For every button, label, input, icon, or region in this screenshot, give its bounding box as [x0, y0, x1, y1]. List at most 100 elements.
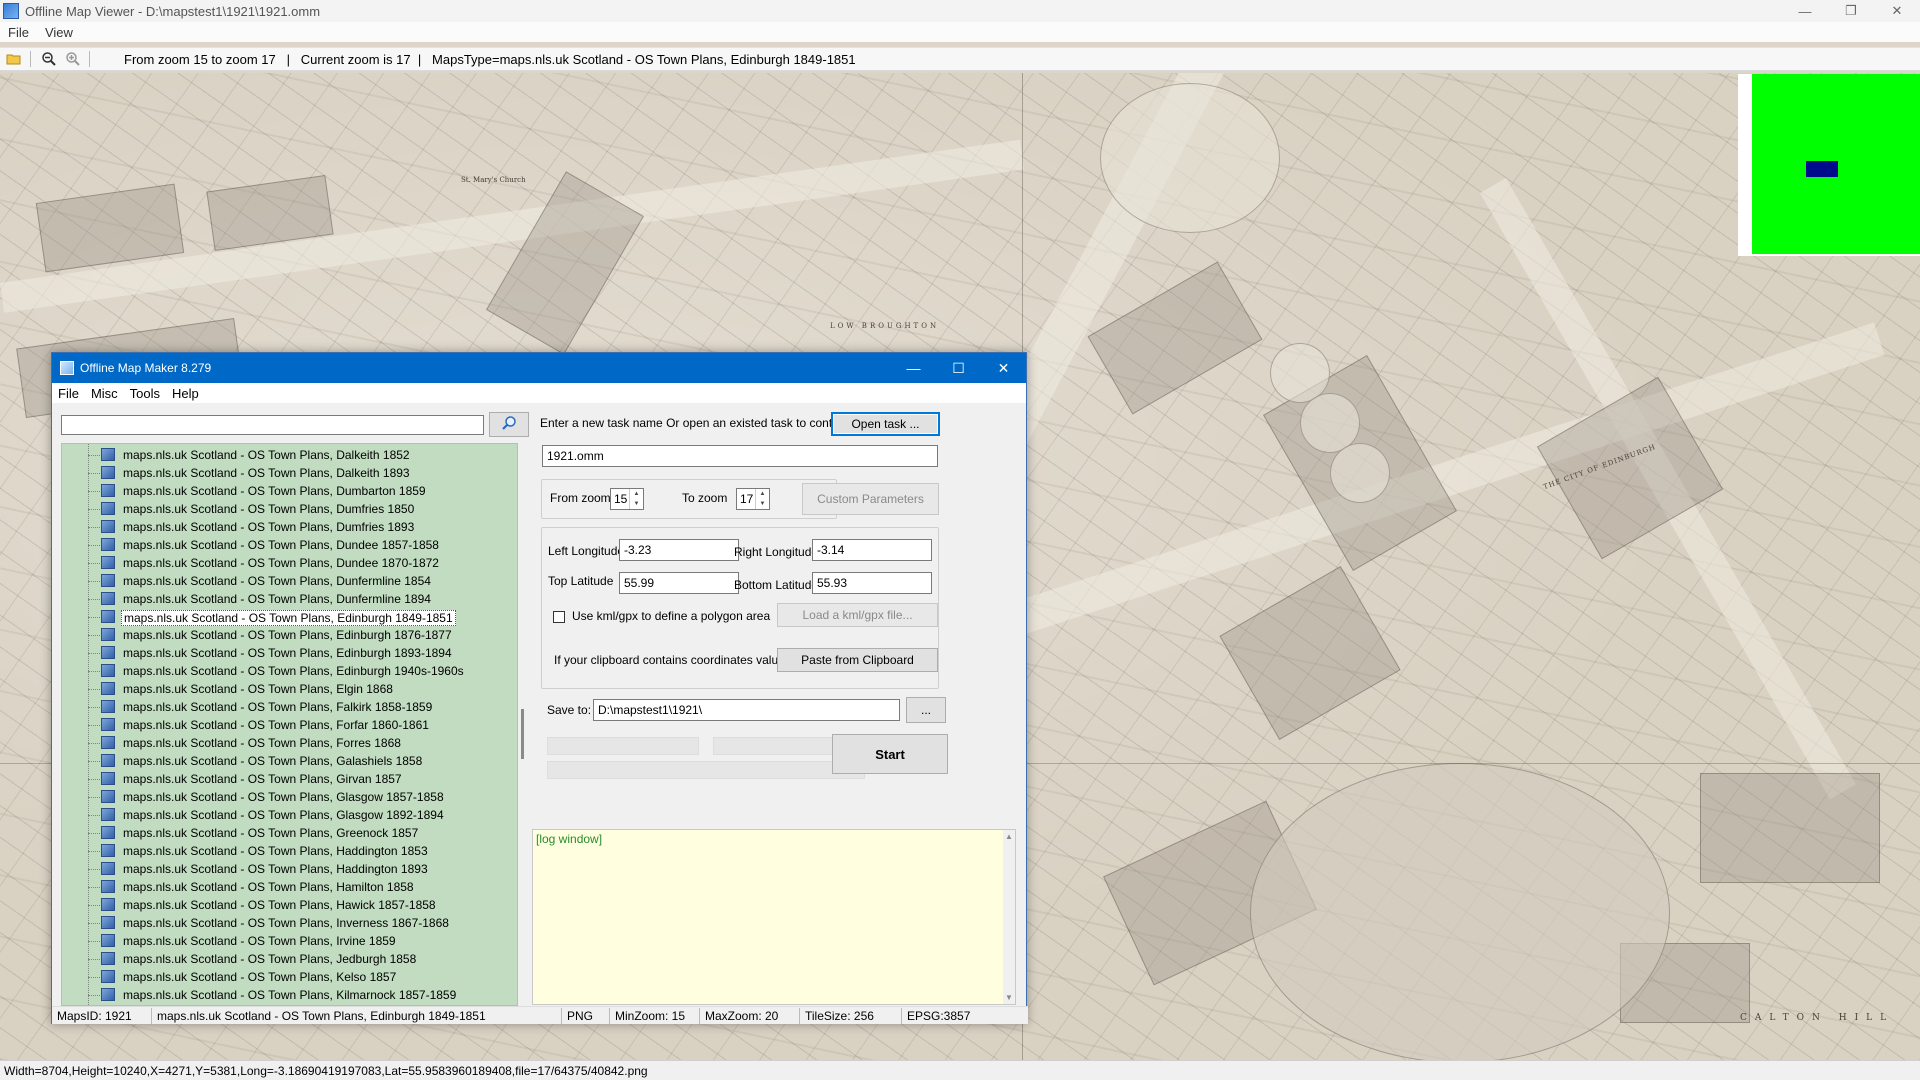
- paste-from-clipboard-button[interactable]: Paste from Clipboard: [777, 648, 938, 672]
- spin-up-icon[interactable]: ▲: [630, 489, 643, 499]
- from-zoom-label: From zoom: [550, 491, 611, 505]
- dialog-maximize-button[interactable]: ☐: [936, 353, 981, 383]
- spin-up-icon[interactable]: ▲: [756, 489, 769, 499]
- map-tile-icon: [101, 466, 115, 479]
- tree-guide-line: [62, 986, 100, 1004]
- load-kml-button[interactable]: Load a kml/gpx file...: [777, 603, 938, 627]
- maps-search-input[interactable]: [61, 415, 484, 435]
- spin-down-icon[interactable]: ▼: [756, 499, 769, 509]
- tree-item-label: maps.nls.uk Scotland - OS Town Plans, Fo…: [123, 736, 401, 750]
- map-tile-icon: [101, 682, 115, 695]
- log-scrollbar[interactable]: ▲ ▼: [1003, 830, 1015, 1004]
- tree-guide-line: [62, 482, 100, 500]
- dialog-app-icon: [60, 361, 74, 375]
- dialog-title: Offline Map Maker 8.279: [80, 361, 212, 375]
- tile-size-status: TileSize: 256: [800, 1007, 902, 1024]
- map-tile-icon: [101, 844, 115, 857]
- dialog-menu-tools[interactable]: Tools: [124, 386, 166, 401]
- open-task-button[interactable]: Open task ...: [831, 412, 940, 436]
- to-zoom-label: To zoom: [682, 491, 728, 505]
- open-folder-icon[interactable]: [4, 49, 24, 69]
- tree-guide-line: [62, 824, 100, 842]
- dialog-minimize-button[interactable]: —: [891, 353, 936, 383]
- toolbar-separator: [30, 51, 31, 67]
- tree-item-label: maps.nls.uk Scotland - OS Town Plans, Ki…: [123, 988, 457, 1002]
- tree-scrollbar[interactable]: [518, 443, 528, 1006]
- tree-item-label: maps.nls.uk Scotland - OS Town Plans, Ha…: [123, 844, 428, 858]
- use-kml-checkbox[interactable]: [553, 611, 565, 623]
- log-window[interactable]: [log window] ▲ ▼: [532, 829, 1016, 1005]
- map-tile-icon: [101, 610, 115, 623]
- tree-item-label: maps.nls.uk Scotland - OS Town Plans, In…: [123, 916, 449, 930]
- from-zoom-spinner[interactable]: 15 ▲ ▼: [610, 488, 644, 510]
- overview-viewport-indicator[interactable]: [1806, 161, 1838, 177]
- max-zoom-status: MaxZoom: 20: [700, 1007, 800, 1024]
- tree-item-label: maps.nls.uk Scotland - OS Town Plans, Ed…: [121, 610, 456, 626]
- spin-down-icon[interactable]: ▼: [630, 499, 643, 509]
- browse-button[interactable]: ...: [906, 697, 946, 723]
- task-name-input[interactable]: 1921.omm: [542, 445, 938, 467]
- main-toolbar: From zoom 15 to zoom 17 | Current zoom i…: [0, 47, 1920, 71]
- tree-item-label: maps.nls.uk Scotland - OS Town Plans, Gi…: [123, 772, 402, 786]
- restore-button[interactable]: ❐: [1828, 0, 1874, 22]
- tree-item-label: maps.nls.uk Scotland - OS Town Plans, Du…: [123, 592, 431, 606]
- tree-item-label: maps.nls.uk Scotland - OS Town Plans, El…: [123, 682, 393, 696]
- bottom-latitude-label: Bottom Latitude: [734, 578, 819, 592]
- map-tile-icon: [101, 988, 115, 1001]
- minimize-button[interactable]: —: [1782, 0, 1828, 22]
- right-longitude-input[interactable]: -3.14: [812, 539, 932, 561]
- dialog-menu-help[interactable]: Help: [166, 386, 205, 401]
- tree-item-label: maps.nls.uk Scotland - OS Town Plans, Du…: [123, 484, 426, 498]
- tree-item-label: maps.nls.uk Scotland - OS Town Plans, Du…: [123, 538, 439, 552]
- tree-item-label: maps.nls.uk Scotland - OS Town Plans, Ke…: [123, 970, 397, 984]
- search-button[interactable]: [489, 412, 529, 437]
- dialog-menu-misc[interactable]: Misc: [85, 386, 124, 401]
- map-tile-icon: [101, 700, 115, 713]
- window-title: Offline Map Viewer - D:\mapstest1\1921\1…: [25, 3, 321, 19]
- scroll-down-icon[interactable]: ▼: [1005, 993, 1013, 1002]
- log-text: [log window]: [536, 832, 603, 846]
- tree-scrollbar-thumb[interactable]: [521, 709, 524, 759]
- menu-view[interactable]: View: [37, 25, 81, 40]
- zoom-in-icon[interactable]: [63, 49, 83, 69]
- min-zoom-status: MinZoom: 15: [610, 1007, 700, 1024]
- scroll-up-icon[interactable]: ▲: [1005, 832, 1013, 841]
- tree-guide-line: [62, 878, 100, 896]
- tree-item-label: maps.nls.uk Scotland - OS Town Plans, Ed…: [123, 664, 464, 678]
- map-tile-icon: [101, 574, 115, 587]
- map-tile-icon: [101, 448, 115, 461]
- map-tile-icon: [101, 790, 115, 803]
- bottom-latitude-input[interactable]: 55.93: [812, 572, 932, 594]
- close-button[interactable]: ✕: [1874, 0, 1920, 22]
- start-button[interactable]: Start: [832, 734, 948, 774]
- dialog-close-button[interactable]: ✕: [981, 353, 1026, 383]
- tree-guide-line: [62, 590, 100, 608]
- tree-guide-line: [62, 644, 100, 662]
- map-tile-icon: [101, 556, 115, 569]
- tree-guide-line: [62, 968, 100, 986]
- tree-item-label: maps.nls.uk Scotland - OS Town Plans, Ir…: [123, 934, 396, 948]
- tree-item-label: maps.nls.uk Scotland - OS Town Plans, Ha…: [123, 880, 414, 894]
- map-tile-icon: [101, 952, 115, 965]
- overview-minimap[interactable]: [1738, 74, 1920, 256]
- tree-guide-line: [62, 716, 100, 734]
- offline-map-viewer-app: Offline Map Viewer - D:\mapstest1\1921\1…: [0, 0, 1920, 1080]
- map-tile-icon: [101, 826, 115, 839]
- to-zoom-spinner[interactable]: 17 ▲ ▼: [736, 488, 770, 510]
- custom-parameters-button[interactable]: Custom Parameters: [802, 483, 939, 515]
- tree-item-label: maps.nls.uk Scotland - OS Town Plans, Da…: [123, 448, 410, 462]
- dialog-statusbar: MapsID: 1921 maps.nls.uk Scotland - OS T…: [52, 1006, 1028, 1024]
- dialog-menu-file[interactable]: File: [52, 386, 85, 401]
- menu-file[interactable]: File: [0, 25, 37, 40]
- zoom-out-icon[interactable]: [39, 49, 59, 69]
- map-tile-icon: [101, 808, 115, 821]
- save-to-input[interactable]: D:\mapstest1\1921\: [593, 699, 900, 721]
- window-controls: — ❐ ✕: [1782, 0, 1920, 22]
- tree-guide-line: [62, 770, 100, 788]
- top-latitude-input[interactable]: 55.99: [619, 572, 739, 594]
- left-longitude-input[interactable]: -3.23: [619, 539, 739, 561]
- tree-item-label: maps.nls.uk Scotland - OS Town Plans, Ga…: [123, 754, 423, 768]
- maps-tree[interactable]: maps.nls.uk Scotland - OS Town Plans, Da…: [61, 443, 518, 1006]
- epsg-status: EPSG:3857: [907, 1008, 971, 1023]
- tree-guide-line: [62, 464, 100, 482]
